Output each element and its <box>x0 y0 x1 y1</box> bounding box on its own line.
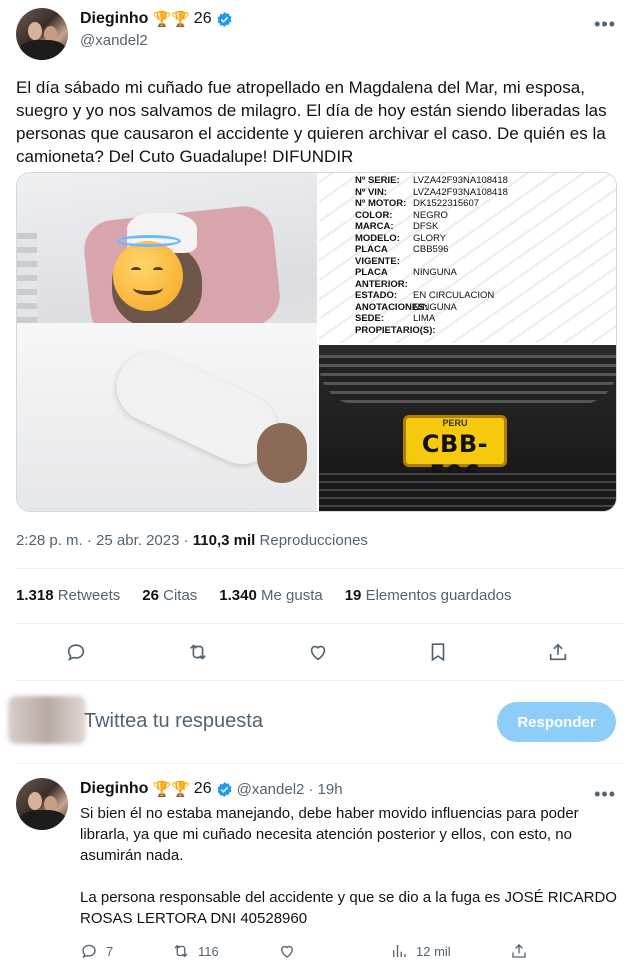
document-field-value: DFSK <box>413 221 439 232</box>
reply-like-action[interactable] <box>278 942 296 960</box>
reply-icon <box>82 944 96 959</box>
reply-views-action[interactable]: 12 mil <box>390 942 451 960</box>
document-row: ANOTACIONES: NINGUNA <box>325 302 612 314</box>
views-chart-icon <box>393 945 406 957</box>
tweet-media-grid: Nº SERIE: LVZA42F93NA108418 Nº VIN: LVZA42F… <box>16 172 617 512</box>
tweet-action-bar <box>0 632 640 672</box>
document-field-label: ESTADO: <box>355 290 398 301</box>
tweet-text: El día sábado mi cuñado fue atropellado … <box>16 78 607 166</box>
document-row: SEDE: LIMA <box>325 313 612 325</box>
reply-reply-action[interactable]: 7 <box>80 942 113 960</box>
document-field-label: ANOTACIONES: <box>355 301 428 313</box>
document-field-value: LVZA42F93NA108418 <box>413 175 508 186</box>
author-avatar[interactable] <box>16 8 68 60</box>
document-row: MARCA: DFSK <box>325 221 612 233</box>
divider <box>16 623 624 624</box>
author-display-name[interactable]: Dieginho <box>80 10 148 28</box>
document-field-value: GLORY <box>413 232 447 244</box>
retweet-count: 116 <box>198 943 219 959</box>
document-field-label: COLOR: <box>355 209 393 221</box>
document-field-label: SEDE: <box>355 313 385 324</box>
retweets-stat[interactable]: 1.318 Retweets <box>16 587 120 604</box>
document-row: ESTADO: EN CIRCULACION <box>325 290 612 302</box>
reply-author-avatar[interactable] <box>16 778 68 830</box>
likes-stat[interactable]: 1.340 Me gusta <box>219 587 322 604</box>
share-icon[interactable] <box>544 638 572 666</box>
like-icon <box>281 945 293 958</box>
document-field-value: NEGRO <box>413 209 448 221</box>
reply-paragraph-2: La persona responsable del accidente y q… <box>80 889 617 927</box>
smiling-face-with-halo-emoji <box>113 241 183 311</box>
reply-icon[interactable] <box>62 638 90 666</box>
reply-share-action[interactable] <box>510 942 528 960</box>
divider <box>16 568 624 569</box>
document-row: Nº VIN: LVZA42F93NA108418 <box>325 187 612 199</box>
reply-author-badge-number: 26 <box>193 780 212 797</box>
document-row: MODELO: GLORY <box>325 233 612 245</box>
document-row: Nº SERIE: LVZA42F93NA108418 <box>325 175 612 187</box>
author-badge-number: 26 <box>193 10 212 27</box>
reply-count: 7 <box>106 943 114 959</box>
tweet-meta: 2:28 p. m. · 25 abr. 2023 · 110,3 mil Re… <box>16 532 368 549</box>
divider <box>16 680 624 681</box>
document-field-value: EN CIRCULACION <box>413 290 495 301</box>
hospital-photo[interactable] <box>17 173 317 511</box>
document-row: PLACA VIGENTE: CBB596 <box>325 244 612 267</box>
document-row: COLOR: NEGRO <box>325 210 612 222</box>
document-field-value: CBB596 <box>413 244 449 255</box>
document-field-value: LVZA42F93NA108418 <box>413 186 508 198</box>
reply-text: Si bien él no estaba manejando, debe hab… <box>80 803 620 929</box>
license-plate-photo[interactable]: PERU CBB-596 <box>319 345 616 511</box>
document-field-label: MARCA: <box>355 221 394 232</box>
vehicle-registry-document[interactable]: Nº SERIE: LVZA42F93NA108418 Nº VIN: LVZA42F… <box>319 173 616 343</box>
tweet-stats: 1.318 Retweets 26 Citas 1.340 Me gusta 1… <box>16 587 512 604</box>
share-icon <box>512 944 526 958</box>
views-count-reply: 12 mil <box>416 943 451 959</box>
document-field-value: DK1522315607 <box>413 198 480 209</box>
verified-badge-icon <box>217 781 232 797</box>
document-field-value: NINGUNA <box>413 267 457 278</box>
plate-country: PERU <box>442 418 468 428</box>
license-plate: PERU CBB-596 <box>403 415 507 488</box>
document-row: PLACA ANTERIOR: NINGUNA <box>325 267 612 290</box>
reply-author-name-row: Dieginho 🏆🏆 26 @xandel2 · 19h <box>80 780 343 798</box>
views-label: Reproducciones <box>259 532 368 549</box>
reply-retweet-action[interactable]: 116 <box>172 942 219 960</box>
document-row: PROPIETARIO(S): <box>325 325 612 337</box>
document-field-label: PLACA VIGENTE: <box>355 244 400 267</box>
bookmark-icon[interactable] <box>424 638 452 666</box>
document-field-label: PLACA ANTERIOR: <box>355 267 408 290</box>
reply-action-bar: 7 116 12 mil <box>80 942 540 966</box>
more-horizontal-icon[interactable]: ••• <box>594 784 616 805</box>
reply-paragraph-1: Si bien él no estaba manejando, debe hab… <box>80 805 579 864</box>
reply-button[interactable]: Responder <box>497 702 616 742</box>
document-field-label: Nº VIN: <box>355 186 387 198</box>
reply-author-handle[interactable]: @xandel2 <box>237 781 305 798</box>
verified-badge-icon <box>217 11 232 27</box>
retweet-icon <box>174 944 188 958</box>
reply-input[interactable]: Twittea tu respuesta <box>84 710 263 733</box>
tweet-timestamp[interactable]: 2:28 p. m. · 25 abr. 2023 · <box>16 532 189 549</box>
views-count: 110,3 mil <box>192 532 256 549</box>
document-field-value: NINGUNA <box>413 301 457 313</box>
current-user-avatar <box>8 696 86 744</box>
document-field-value: LIMA <box>413 313 436 324</box>
trophy-emojis: 🏆🏆 <box>152 11 190 28</box>
retweet-icon[interactable] <box>184 638 212 666</box>
quotes-stat[interactable]: 26 Citas <box>142 587 197 604</box>
document-field-label: Nº MOTOR: <box>355 198 407 209</box>
divider <box>16 763 624 764</box>
bookmarks-stat[interactable]: 19 Elementos guardados <box>345 587 512 604</box>
reply-time[interactable]: · 19h <box>308 781 342 798</box>
document-field-label: PROPIETARIO(S): <box>355 324 436 336</box>
more-horizontal-icon[interactable]: ••• <box>594 14 616 35</box>
document-row: Nº MOTOR: DK1522315607 <box>325 198 612 210</box>
trophy-emojis: 🏆🏆 <box>152 781 190 798</box>
author-name-row: Dieginho 🏆🏆 26 <box>80 10 233 28</box>
document-field-label: MODELO: <box>355 232 400 244</box>
reply-author-display-name[interactable]: Dieginho <box>80 780 148 798</box>
document-field-label: Nº SERIE: <box>355 175 400 186</box>
like-icon[interactable] <box>304 638 332 666</box>
author-handle[interactable]: @xandel2 <box>80 32 148 49</box>
